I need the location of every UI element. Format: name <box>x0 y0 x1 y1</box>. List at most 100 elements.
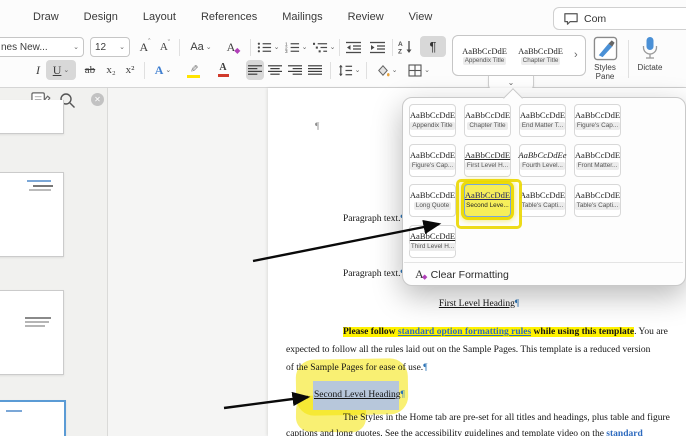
page-thumbnail[interactable] <box>0 290 64 375</box>
text-effects-button[interactable]: A ⌄ <box>150 60 176 80</box>
align-right-button[interactable] <box>286 60 304 80</box>
highlighter-pen-icon: ✎ <box>187 64 198 72</box>
style-item-chapter-title[interactable]: AaBbCcDdEChapter Title <box>464 104 511 137</box>
bullet-list-button[interactable]: ⌄ <box>256 37 280 57</box>
ribbon: Draw Design Layout References Mailings R… <box>0 0 686 88</box>
style-card-appendix-title[interactable]: AaBbCcDdE Appendix Title <box>459 40 510 72</box>
align-justify-button[interactable] <box>306 60 324 80</box>
chevron-down-icon: ⌄ <box>302 44 308 51</box>
style-item-appendix-title[interactable]: AaBbCcDdEAppendix Title <box>409 104 456 137</box>
change-case-button[interactable]: Aa ⌄ <box>186 37 216 57</box>
chevron-down-icon: ⌄ <box>508 79 515 87</box>
styles-pane-button[interactable]: Styles Pane <box>588 36 622 82</box>
style-item-long-quote[interactable]: AaBbCcDdELong Quote <box>409 184 456 217</box>
font-color-bar <box>218 74 229 77</box>
shrink-font-button[interactable]: A ˇ <box>156 37 174 57</box>
close-pane-button[interactable]: ✕ <box>91 93 104 106</box>
highlight-color-bar <box>187 75 200 78</box>
decrease-indent-icon <box>346 41 362 54</box>
chevron-down-icon: ⌄ <box>119 44 125 51</box>
style-item-second-level-heading[interactable]: AaBbCcDdESecond Leve... <box>464 184 511 217</box>
shading-button[interactable]: ⌄ <box>372 60 400 80</box>
tab-mailings[interactable]: Mailings <box>282 11 322 23</box>
standard-link[interactable]: standard <box>606 429 642 436</box>
body-sentence-line-3: of the Sample Pages for ease of use.¶ <box>286 362 428 374</box>
styles-pane-label: Styles <box>594 63 616 72</box>
divider <box>250 39 251 56</box>
subscript-button[interactable]: x₂ <box>103 60 119 80</box>
tab-design[interactable]: Design <box>84 11 118 23</box>
pilcrow-mark: ¶ <box>515 299 519 309</box>
formatting-rules-link[interactable]: standard option formatting rules <box>398 327 531 337</box>
chevron-down-icon: ⌄ <box>165 67 171 74</box>
italic-glyph: I <box>36 63 40 78</box>
tab-draw[interactable]: Draw <box>33 11 59 23</box>
style-item-front-matter[interactable]: AaBbCcDdEFront Matter... <box>574 144 621 177</box>
style-item-tables-caption-2[interactable]: AaBbCcDdETable's Capti... <box>574 184 621 217</box>
page-thumbnail[interactable] <box>0 172 64 257</box>
grow-font-button[interactable]: A ˆ <box>136 37 154 57</box>
page-thumbnail[interactable] <box>0 100 64 134</box>
line-spacing-button[interactable]: ⌄ <box>336 60 362 80</box>
tab-review[interactable]: Review <box>348 11 384 23</box>
empty-paragraph-mark: ¶ <box>315 121 319 133</box>
style-item-fourth-level-heading[interactable]: AaBbCcDdEeFourth Level... <box>519 144 566 177</box>
align-justify-icon <box>308 64 322 76</box>
font-size-select[interactable]: 12 ⌄ <box>90 37 130 57</box>
sort-button[interactable]: AZ <box>396 37 416 57</box>
font-name-value: nes New... <box>1 42 48 53</box>
superscript-button[interactable]: x² <box>122 60 138 80</box>
dictate-label: Dictate <box>638 63 663 72</box>
underline-button[interactable]: U ⌄ <box>46 60 76 80</box>
caret-down-icon: ˇ <box>168 40 170 47</box>
comments-button[interactable]: Com <box>553 7 686 30</box>
tab-references[interactable]: References <box>201 11 257 23</box>
chevron-down-icon: ⌄ <box>274 44 280 51</box>
show-formatting-marks-toggle[interactable]: ¶ <box>420 36 446 57</box>
borders-button[interactable]: ⌄ <box>404 60 434 80</box>
chevron-down-icon: ⌄ <box>424 67 430 74</box>
clear-formatting-label: Clear Formatting <box>431 269 509 281</box>
style-item-figures-caption-2[interactable]: AaBbCcDdEFigure's Cap... <box>409 144 456 177</box>
align-left-button[interactable] <box>246 60 264 80</box>
first-level-heading: First Level Heading¶ <box>286 298 672 310</box>
style-card-chapter-title[interactable]: AaBbCcDdE Chapter Title <box>515 40 566 72</box>
tab-view[interactable]: View <box>409 11 433 23</box>
chevron-down-icon: ⌄ <box>206 44 212 51</box>
dictate-button[interactable]: Dictate <box>632 36 668 82</box>
tab-layout[interactable]: Layout <box>143 11 176 23</box>
text-highlight-button[interactable]: ✎ <box>180 60 206 80</box>
numbered-list-button[interactable]: 123 ⌄ <box>284 37 308 57</box>
strikethrough-button[interactable]: ab <box>80 60 100 80</box>
decrease-indent-button[interactable] <box>344 37 364 57</box>
page-thumbnail-selected[interactable] <box>0 400 66 436</box>
thumbnail-pane: ✕ <box>0 88 108 436</box>
strikethrough-glyph: ab <box>85 64 95 76</box>
svg-text:A: A <box>398 41 403 48</box>
body2-line-2: captions and long quotes. See the access… <box>286 428 643 436</box>
clear-formatting-button[interactable]: A ◆ <box>224 37 244 57</box>
style-label: Appendix Title <box>463 57 507 65</box>
thumbnail-text-line <box>29 189 51 191</box>
font-name-select[interactable]: nes New... ⌄ <box>0 37 84 57</box>
change-case-glyph: Aa <box>190 41 203 53</box>
style-item-tables-caption[interactable]: AaBbCcDdETable's Capti... <box>519 184 566 217</box>
increase-indent-button[interactable] <box>368 37 388 57</box>
multilevel-list-button[interactable]: ⌄ <box>312 37 336 57</box>
align-center-button[interactable] <box>266 60 284 80</box>
clear-formatting-menu-item[interactable]: A◆ Clear Formatting <box>415 266 675 283</box>
caret-up-icon: ˆ <box>148 39 150 46</box>
style-item-figures-caption[interactable]: AaBbCcDdEFigure's Cap... <box>574 104 621 137</box>
styles-pane-label: Pane <box>596 72 615 81</box>
style-item-first-level-heading[interactable]: AaBbCcDdEFirst Level H... <box>464 144 511 177</box>
italic-button[interactable]: I <box>32 60 44 80</box>
gallery-scroll-icon[interactable]: › <box>574 49 578 61</box>
style-item-third-level-heading[interactable]: AaBbCcDdEThird Level H... <box>409 225 456 258</box>
style-item-end-matter[interactable]: AaBbCcDdEEnd Matter T... <box>519 104 566 137</box>
paragraph-text-1: Paragraph text.¶ <box>343 213 405 225</box>
bullet-list-icon <box>257 41 272 54</box>
divider <box>366 62 367 79</box>
thumbnail-text-line <box>27 180 51 182</box>
comments-label: Com <box>584 13 606 25</box>
font-color-button[interactable]: A <box>210 60 236 80</box>
